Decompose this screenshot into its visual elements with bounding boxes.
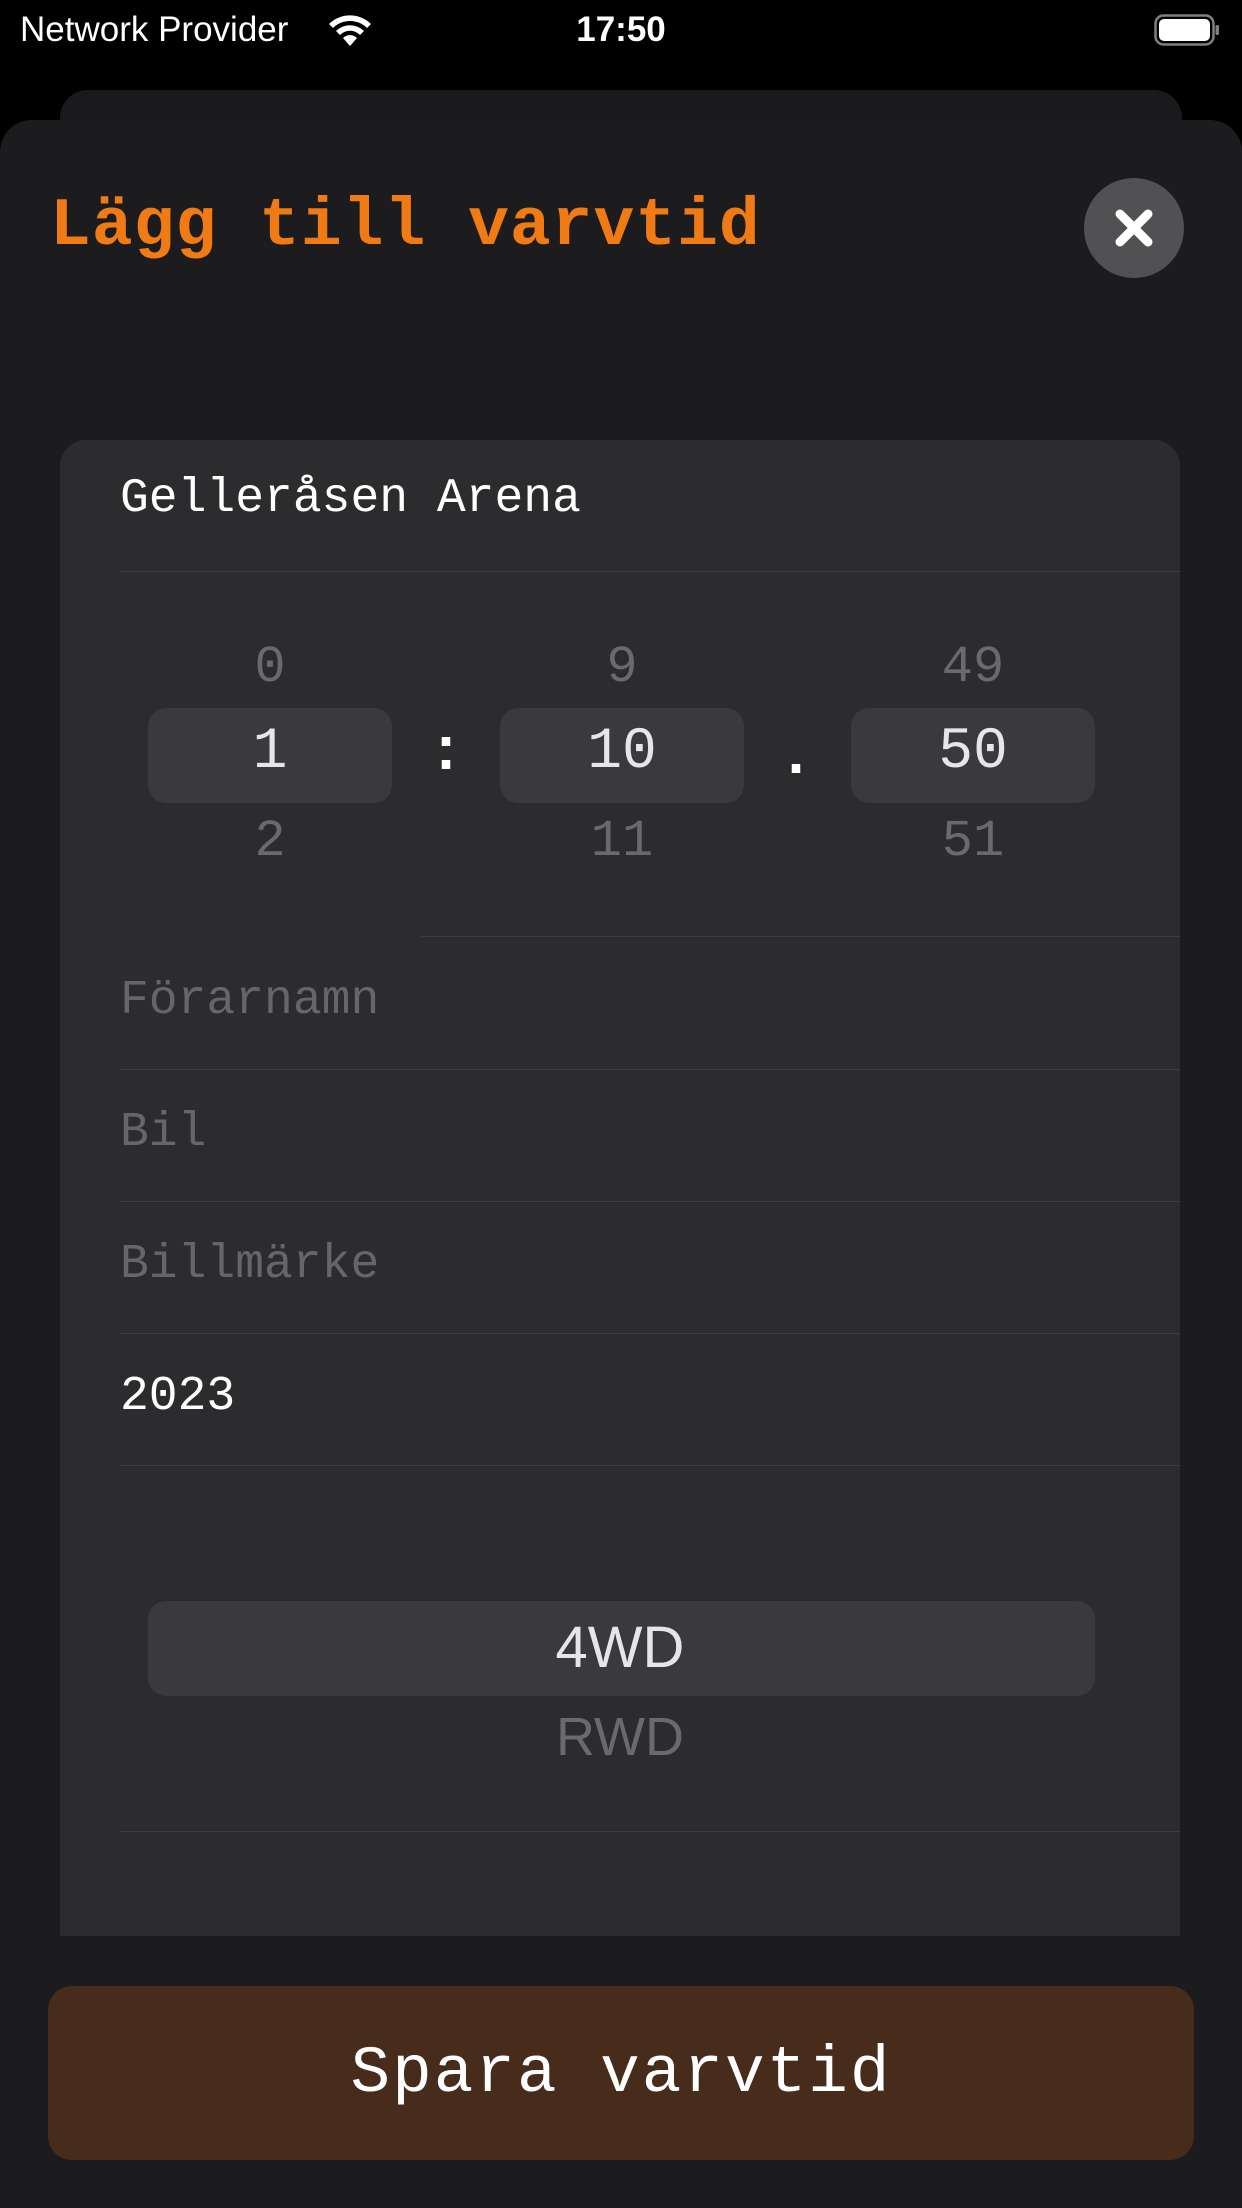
seconds-above: 9 <box>606 638 638 697</box>
divider <box>120 1201 1180 1202</box>
hundredths-selected: 50 <box>938 720 1008 785</box>
time-separator-colon: : <box>427 720 464 788</box>
divider <box>421 936 1180 937</box>
drivetrain-below: RWD <box>556 1707 684 1756</box>
driver-name-field[interactable]: Förarnamn <box>120 974 379 1028</box>
lap-form-card: Gelleråsen Arena 0 1 2 : 9 10 11 . 49 50… <box>60 440 1180 1936</box>
divider <box>120 1465 1180 1466</box>
divider <box>120 1831 1180 1832</box>
close-button[interactable] <box>1084 178 1184 278</box>
track-name: Gelleråsen Arena <box>120 472 581 526</box>
battery-full-icon <box>1154 14 1219 46</box>
car-brand-field[interactable]: Billmärke <box>120 1238 379 1292</box>
seconds-selected: 10 <box>587 720 657 785</box>
minutes-selected: 1 <box>252 720 288 785</box>
status-bar: Network Provider 17:50 <box>0 0 1242 62</box>
minutes-below: 2 <box>254 812 286 871</box>
hundredths-below: 51 <box>941 812 1005 871</box>
close-icon <box>1115 209 1153 247</box>
car-field[interactable]: Bil <box>120 1106 206 1160</box>
save-lap-time-button[interactable]: Spara varvtid <box>48 1986 1194 2160</box>
divider <box>120 1333 1180 1334</box>
divider <box>120 571 1180 572</box>
seconds-below: 11 <box>590 812 654 871</box>
page-title: Lägg till varvtid <box>50 188 761 265</box>
time-separator-dot: . <box>777 724 814 792</box>
clock: 17:50 <box>576 10 666 49</box>
year-field[interactable]: 2023 <box>120 1370 235 1424</box>
divider <box>120 1069 1180 1070</box>
minutes-above: 0 <box>254 638 286 697</box>
drivetrain-selected: 4WD <box>555 1615 685 1680</box>
hundredths-above: 49 <box>941 638 1005 697</box>
